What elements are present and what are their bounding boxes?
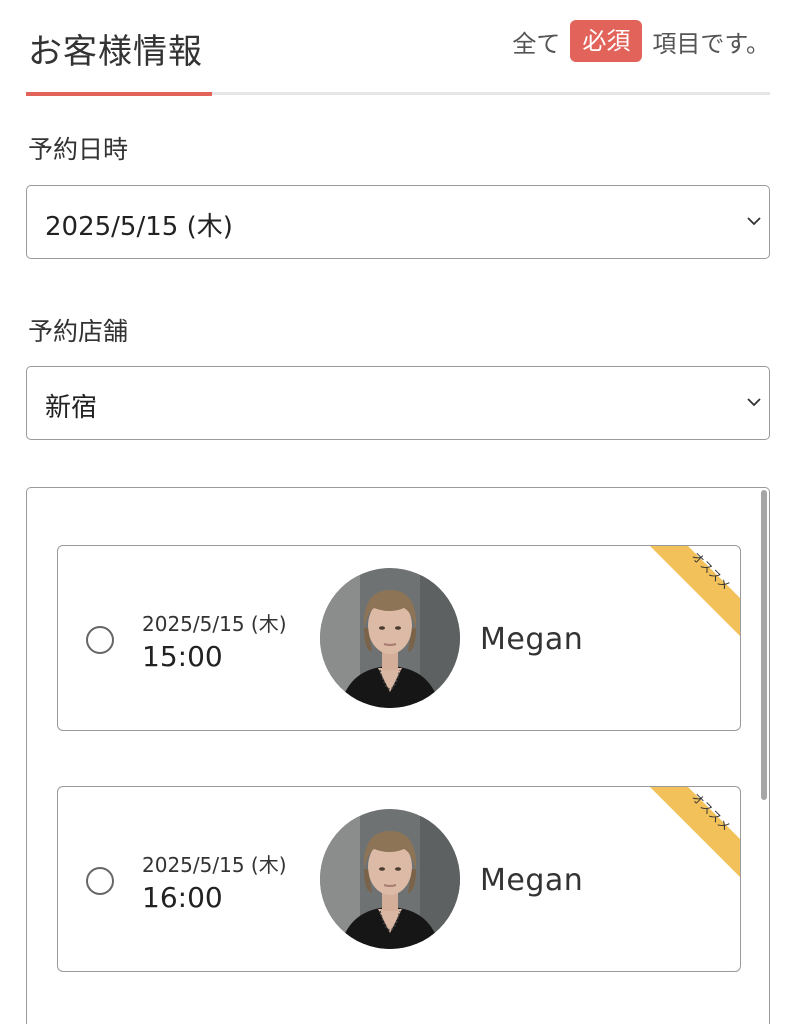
slot-radio[interactable] [86, 867, 114, 895]
chevron-down-icon [747, 217, 761, 226]
section-header: お客様情報 全て 必須 項目です。 [26, 0, 770, 98]
slot-card[interactable]: 2025/5/15 (木) 15:00 Megan オススメ [57, 545, 741, 731]
required-note: 全て 必須 項目です。 [512, 20, 770, 62]
page-title: お客様情報 [28, 32, 203, 72]
store-select[interactable]: 新宿 [26, 366, 770, 440]
slot-radio[interactable] [86, 626, 114, 654]
slot-time: 15:00 [142, 640, 223, 673]
staff-avatar [320, 809, 460, 949]
date-select[interactable]: 2025/5/15 (木) [26, 185, 770, 259]
slot-card[interactable]: 2025/5/15 (木) 16:00 Megan オススメ [57, 786, 741, 972]
store-label: 予約店舗 [28, 317, 129, 346]
recommended-ribbon: オススメ [650, 787, 740, 877]
slot-list[interactable]: 2025/5/15 (木) 15:00 Megan オススメ 2025/5/15… [26, 487, 770, 1024]
store-select-value: 新宿 [45, 393, 98, 423]
required-suffix: 項目です。 [652, 29, 770, 58]
date-select-value: 2025/5/15 (木) [45, 212, 233, 242]
required-prefix: 全て [512, 29, 561, 58]
staff-avatar [320, 568, 460, 708]
slot-time: 16:00 [142, 881, 223, 914]
required-badge: 必須 [570, 20, 643, 62]
header-divider-accent [26, 92, 212, 96]
chevron-down-icon [747, 398, 761, 407]
customer-info-page: お客様情報 全て 必須 項目です。 予約日時 2025/5/15 (木) 予約店… [0, 0, 792, 1024]
date-label: 予約日時 [28, 135, 129, 164]
slot-date: 2025/5/15 (木) [142, 612, 287, 636]
recommended-ribbon: オススメ [650, 546, 740, 636]
slot-date: 2025/5/15 (木) [142, 853, 287, 877]
scrollbar[interactable] [761, 490, 767, 800]
staff-name: Megan [480, 622, 584, 657]
staff-name: Megan [480, 863, 584, 898]
